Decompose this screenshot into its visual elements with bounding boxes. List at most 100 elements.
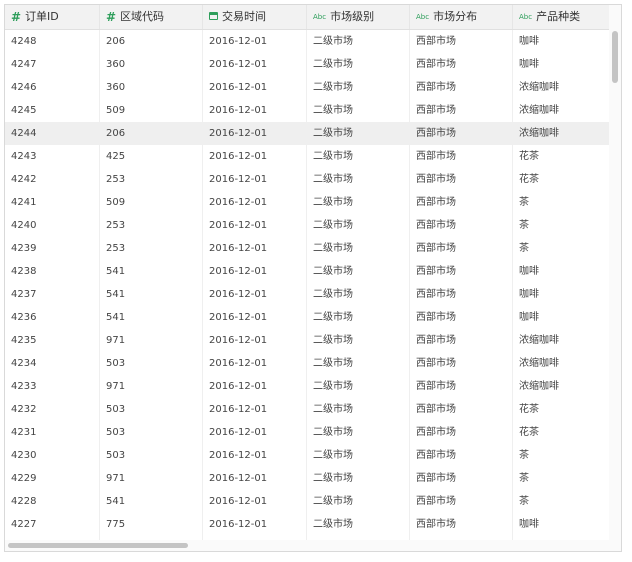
table-cell: 4231 — [5, 421, 100, 444]
table-row[interactable]: 4227 775 2016-12-01 二级市场 西部市场 咖啡 — [5, 513, 609, 536]
table-row[interactable]: 4245 509 2016-12-01 二级市场 西部市场 浓缩咖啡 — [5, 99, 609, 122]
table-cell: 西部市场 — [410, 467, 513, 490]
table-cell: 2016-12-01 — [203, 467, 307, 490]
table-cell: 4245 — [5, 99, 100, 122]
table-cell: 西部市场 — [410, 260, 513, 283]
column-header-transaction-time[interactable]: 交易时间 — [203, 5, 307, 29]
table-cell: 二级市场 — [307, 99, 410, 122]
table-cell: 咖啡 — [519, 36, 539, 47]
table-cell: 浓缩咖啡 — [519, 335, 559, 346]
column-header-product-category[interactable]: Abc 产品种类 — [513, 5, 609, 29]
table-row[interactable]: 4236 541 2016-12-01 二级市场 西部市场 咖啡 — [5, 306, 609, 329]
table-cell: 2016-12-01 — [203, 76, 307, 99]
table-cell: 二级市场 — [307, 168, 410, 191]
table-row[interactable]: 4239 253 2016-12-01 二级市场 西部市场茶 — [5, 237, 609, 260]
table-cell: 西部市场 — [410, 375, 513, 398]
table-cell: 西部市场 — [410, 191, 513, 214]
table-row[interactable]: 4231 503 2016-12-01 二级市场 西部市场 花茶 — [5, 421, 609, 444]
table-row[interactable]: 4233 971 2016-12-01 二级市场 西部市场 浓缩咖啡 — [5, 375, 609, 398]
table-cell: 西部市场 — [410, 490, 513, 513]
table-cell: 541 — [100, 306, 203, 329]
column-header-market-distribution[interactable]: Abc 市场分布 — [410, 5, 513, 29]
table-cell: 4239 — [5, 237, 100, 260]
table-cell: 4243 — [5, 145, 100, 168]
vertical-scrollbar[interactable] — [609, 5, 621, 551]
table-cell: 4229 — [5, 467, 100, 490]
horizontal-scrollbar[interactable] — [5, 540, 609, 551]
table-cell: 2016-12-01 — [203, 145, 307, 168]
table-cell: 西部市场 — [410, 168, 513, 191]
table-row[interactable]: 4241 509 2016-12-01 二级市场 西部市场茶 — [5, 191, 609, 214]
table-cell: 4235 — [5, 329, 100, 352]
table-cell: 西部市场 — [410, 398, 513, 421]
table-row[interactable]: 4246 360 2016-12-01 二级市场 西部市场 浓缩咖啡 — [5, 76, 609, 99]
column-header-order-id[interactable]: # 订单ID — [5, 5, 100, 29]
table-cell: 西部市场 — [410, 329, 513, 352]
table-row[interactable]: 4243 425 2016-12-01 二级市场 西部市场 花茶 — [5, 145, 609, 168]
table-cell: 花茶 — [519, 174, 539, 185]
table-row[interactable]: 4234 503 2016-12-01 二级市场 西部市场 浓缩咖啡 — [5, 352, 609, 375]
column-header-market-level[interactable]: Abc 市场级别 — [307, 5, 410, 29]
table-cell: 206 — [100, 30, 203, 53]
table-cell: 4230 — [5, 444, 100, 467]
table-cell: 二级市场 — [307, 122, 410, 145]
table-cell: 浓缩咖啡 — [519, 82, 559, 93]
vertical-scroll-thumb[interactable] — [612, 31, 618, 83]
table-row[interactable]: 4240 253 2016-12-01 二级市场 西部市场茶 — [5, 214, 609, 237]
column-header-label: 市场分布 — [433, 10, 478, 23]
table-cell: 2016-12-01 — [203, 329, 307, 352]
table-cell: 西部市场 — [410, 444, 513, 467]
table-cell: 咖啡 — [519, 266, 539, 277]
table-cell: 509 — [100, 191, 203, 214]
table-row[interactable]: 4237 541 2016-12-01 二级市场 西部市场 咖啡 — [5, 283, 609, 306]
table-row[interactable]: 4244 206 2016-12-01 二级市场 西部市场 浓缩咖啡 — [5, 122, 609, 145]
table-cell: 二级市场 — [307, 53, 410, 76]
table-cell: 4242 — [5, 168, 100, 191]
table-cell: 360 — [100, 53, 203, 76]
table-cell: 西部市场 — [410, 352, 513, 375]
table-cell: 2016-12-01 — [203, 375, 307, 398]
table-cell: 253 — [100, 237, 203, 260]
table-cell: 二级市场 — [307, 513, 410, 536]
table-cell: 503 — [100, 352, 203, 375]
table-cell: 2016-12-01 — [203, 122, 307, 145]
table-cell: 二级市场 — [307, 375, 410, 398]
table-cell: 2016-12-01 — [203, 306, 307, 329]
table-cell: 茶 — [519, 197, 529, 208]
table-cell: 541 — [100, 490, 203, 513]
column-header-label: 交易时间 — [222, 10, 266, 23]
table-cell: 4236 — [5, 306, 100, 329]
column-header-region-code[interactable]: # 区域代码 — [100, 5, 203, 29]
column-header-label: 区域代码 — [120, 10, 165, 23]
table-row[interactable]: 4248 206 2016-12-01 二级市场 西部市场 咖啡 — [5, 30, 609, 53]
table-cell: 4228 — [5, 490, 100, 513]
table-row[interactable]: 4235 971 2016-12-01 二级市场 西部市场 浓缩咖啡 — [5, 329, 609, 352]
table-row[interactable]: 4232 503 2016-12-01 二级市场 西部市场 花茶 — [5, 398, 609, 421]
text-type-icon: Abc — [519, 13, 533, 21]
table-row[interactable]: 4247 360 2016-12-01 二级市场 西部市场 咖啡 — [5, 53, 609, 76]
number-type-icon: # — [106, 10, 117, 24]
table-cell: 2016-12-01 — [203, 214, 307, 237]
table-row[interactable]: 4229 971 2016-12-01 二级市场 西部市场茶 — [5, 467, 609, 490]
data-grid: # 订单ID # 区域代码 交易时间 Abc 市场级别 Abc 市场分布 Abc 产品种类… — [4, 4, 622, 552]
table-cell: 西部市场 — [410, 53, 513, 76]
table-row[interactable]: 4238 541 2016-12-01 二级市场 西部市场 咖啡 — [5, 260, 609, 283]
column-header-label: 产品种类 — [536, 10, 581, 23]
table-cell: 二级市场 — [307, 145, 410, 168]
table-row[interactable]: 4230 503 2016-12-01 二级市场 西部市场茶 — [5, 444, 609, 467]
column-header-label: 市场级别 — [330, 10, 375, 23]
table-cell: 4237 — [5, 283, 100, 306]
horizontal-scroll-thumb[interactable] — [8, 543, 188, 548]
table-row[interactable]: 4228 541 2016-12-01 二级市场 西部市场茶 — [5, 490, 609, 513]
table-cell: 西部市场 — [410, 145, 513, 168]
table-row[interactable]: 4242 253 2016-12-01 二级市场 西部市场 花茶 — [5, 168, 609, 191]
table-cell: 西部市场 — [410, 283, 513, 306]
table-cell: 茶 — [519, 243, 529, 254]
table-cell: 541 — [100, 283, 203, 306]
table-cell: 西部市场 — [410, 513, 513, 536]
table-cell: 咖啡 — [519, 312, 539, 323]
table-cell: 2016-12-01 — [203, 490, 307, 513]
table-cell: 2016-12-01 — [203, 352, 307, 375]
table-cell: 二级市场 — [307, 76, 410, 99]
table-cell: 971 — [100, 467, 203, 490]
